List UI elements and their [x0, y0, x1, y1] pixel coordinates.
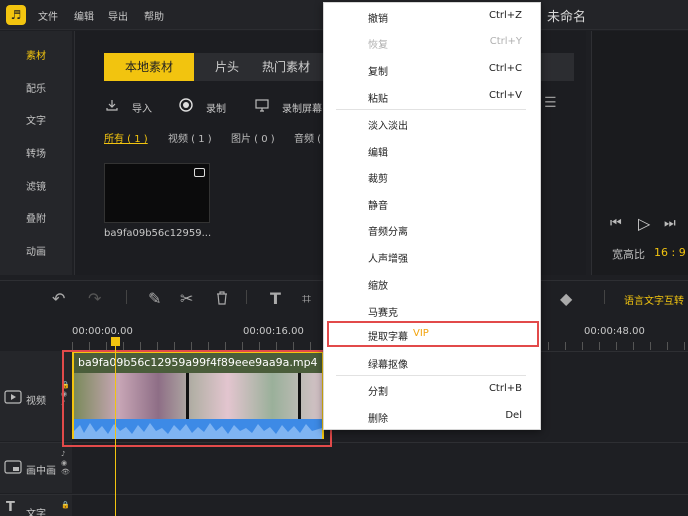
pen-icon[interactable]: ✎: [148, 289, 161, 308]
menu-item-mosaic[interactable]: 马赛克: [368, 304, 398, 319]
nav-item-animation[interactable]: 动画: [0, 243, 72, 258]
menu-item-copy[interactable]: 复制: [368, 63, 388, 78]
track-label-pip: 画中画: [26, 466, 56, 477]
track-controls-icon[interactable]: 🔒: [61, 501, 70, 509]
next-frame-icon[interactable]: ⏭: [664, 216, 676, 231]
filter-audio[interactable]: 音频 (: [294, 130, 321, 145]
menu-separator: [336, 109, 526, 110]
tab-intro[interactable]: 片头: [198, 53, 256, 81]
menu-item-paste[interactable]: 粘贴: [368, 90, 388, 105]
nav-item-text[interactable]: 文字: [0, 112, 72, 127]
pip-track-icon: [4, 460, 22, 474]
shortcut-undo: Ctrl+Z: [488, 10, 522, 21]
nav-item-music[interactable]: 配乐: [0, 80, 72, 95]
nav-item-overlay[interactable]: 叠附: [0, 210, 72, 225]
filter-video[interactable]: 视频 ( 1 ): [168, 130, 212, 145]
menu-item-zoom[interactable]: 缩放: [368, 277, 388, 292]
undo-icon[interactable]: ↶: [52, 289, 65, 308]
shortcut-paste: Ctrl+V: [488, 90, 522, 101]
aspect-ratio-label: 宽高比: [612, 248, 645, 261]
document-title: 未命名: [547, 10, 587, 25]
video-track-icon: [4, 390, 22, 404]
app-logo-icon: ♬: [6, 5, 26, 25]
menu-item-undo[interactable]: 撤销: [368, 10, 388, 25]
text-track-icon: T: [6, 500, 15, 515]
menu-item-redo[interactable]: 恢复: [368, 36, 388, 51]
import-icon: [106, 100, 118, 111]
record-icon: [179, 98, 193, 112]
record-button[interactable]: 录制: [206, 100, 226, 115]
filter-image[interactable]: 图片 ( 0 ): [231, 130, 275, 145]
menu-item-delete[interactable]: 删除: [368, 410, 388, 425]
nav-item-assets[interactable]: 素材: [0, 47, 72, 62]
ruler-label: 00:00:16.00: [243, 326, 304, 337]
speech-to-text-button[interactable]: 语言文字互转: [624, 292, 684, 307]
shortcut-redo: Ctrl+Y: [489, 36, 522, 47]
video-type-icon: [194, 168, 205, 177]
crop-icon[interactable]: ⌗: [302, 289, 311, 309]
ruler-label: 00:00:48.00: [584, 326, 645, 337]
shortcut-delete: Del: [505, 410, 522, 421]
clip-highlight-box: [62, 350, 332, 447]
import-button[interactable]: 导入: [132, 100, 152, 115]
text-tool-icon[interactable]: T: [270, 289, 281, 308]
menu-separator: [336, 375, 526, 376]
ruler-label: 00:00:00.00: [72, 326, 133, 337]
menu-highlight-box: [327, 321, 539, 347]
toolbar-divider: [604, 290, 605, 304]
tab-local-assets[interactable]: 本地素材: [104, 53, 194, 81]
menu-item-crop[interactable]: 裁剪: [368, 170, 388, 185]
shortcut-split: Ctrl+B: [488, 383, 522, 394]
menu-item-split[interactable]: 分割: [368, 383, 388, 398]
menu-export[interactable]: 导出: [108, 8, 128, 23]
shortcut-copy: Ctrl+C: [488, 63, 522, 74]
menu-item-audio-split[interactable]: 音频分离: [368, 223, 408, 238]
prev-frame-icon[interactable]: ⏮: [610, 216, 622, 231]
paint-bucket-icon[interactable]: ◆: [560, 289, 572, 308]
menu-item-edit[interactable]: 编辑: [368, 144, 388, 159]
nav-item-filter[interactable]: 滤镜: [0, 178, 72, 193]
media-thumbnail[interactable]: [104, 163, 210, 223]
menu-file[interactable]: 文件: [38, 8, 58, 23]
aspect-ratio-value[interactable]: 16 : 9: [654, 246, 686, 259]
screen-record-icon: [255, 99, 269, 112]
record-screen-button[interactable]: 录制屏幕: [282, 100, 322, 115]
track-label-text: 文字: [26, 509, 46, 516]
playhead-line: [115, 340, 116, 516]
preview-panel: [591, 31, 688, 275]
menu-item-fade[interactable]: 淡入淡出: [368, 117, 408, 132]
media-item-name: ba9fa09b56c12959...: [104, 228, 212, 239]
track-controls-icon[interactable]: ♪ ◉ 👁: [61, 450, 70, 477]
scissors-icon[interactable]: ✂: [180, 289, 193, 308]
menu-help[interactable]: 帮助: [144, 8, 164, 23]
toolbar-divider: [126, 290, 127, 304]
track-divider: [0, 494, 688, 495]
toolbar-divider: [246, 290, 247, 304]
play-icon[interactable]: ▷: [638, 214, 650, 233]
menu-item-mute[interactable]: 静音: [368, 197, 388, 212]
filter-all[interactable]: 所有 ( 1 ): [104, 130, 148, 145]
menu-edit[interactable]: 编辑: [74, 8, 94, 23]
nav-item-transition[interactable]: 转场: [0, 145, 72, 160]
track-label-video: 视频: [26, 396, 46, 407]
redo-icon[interactable]: ↷: [88, 289, 101, 308]
list-view-icon[interactable]: ☰: [544, 95, 557, 111]
trash-icon[interactable]: [214, 290, 230, 306]
menu-item-green-screen[interactable]: 绿幕抠像: [368, 356, 408, 371]
menu-item-voice-enhance[interactable]: 人声增强: [368, 250, 408, 265]
